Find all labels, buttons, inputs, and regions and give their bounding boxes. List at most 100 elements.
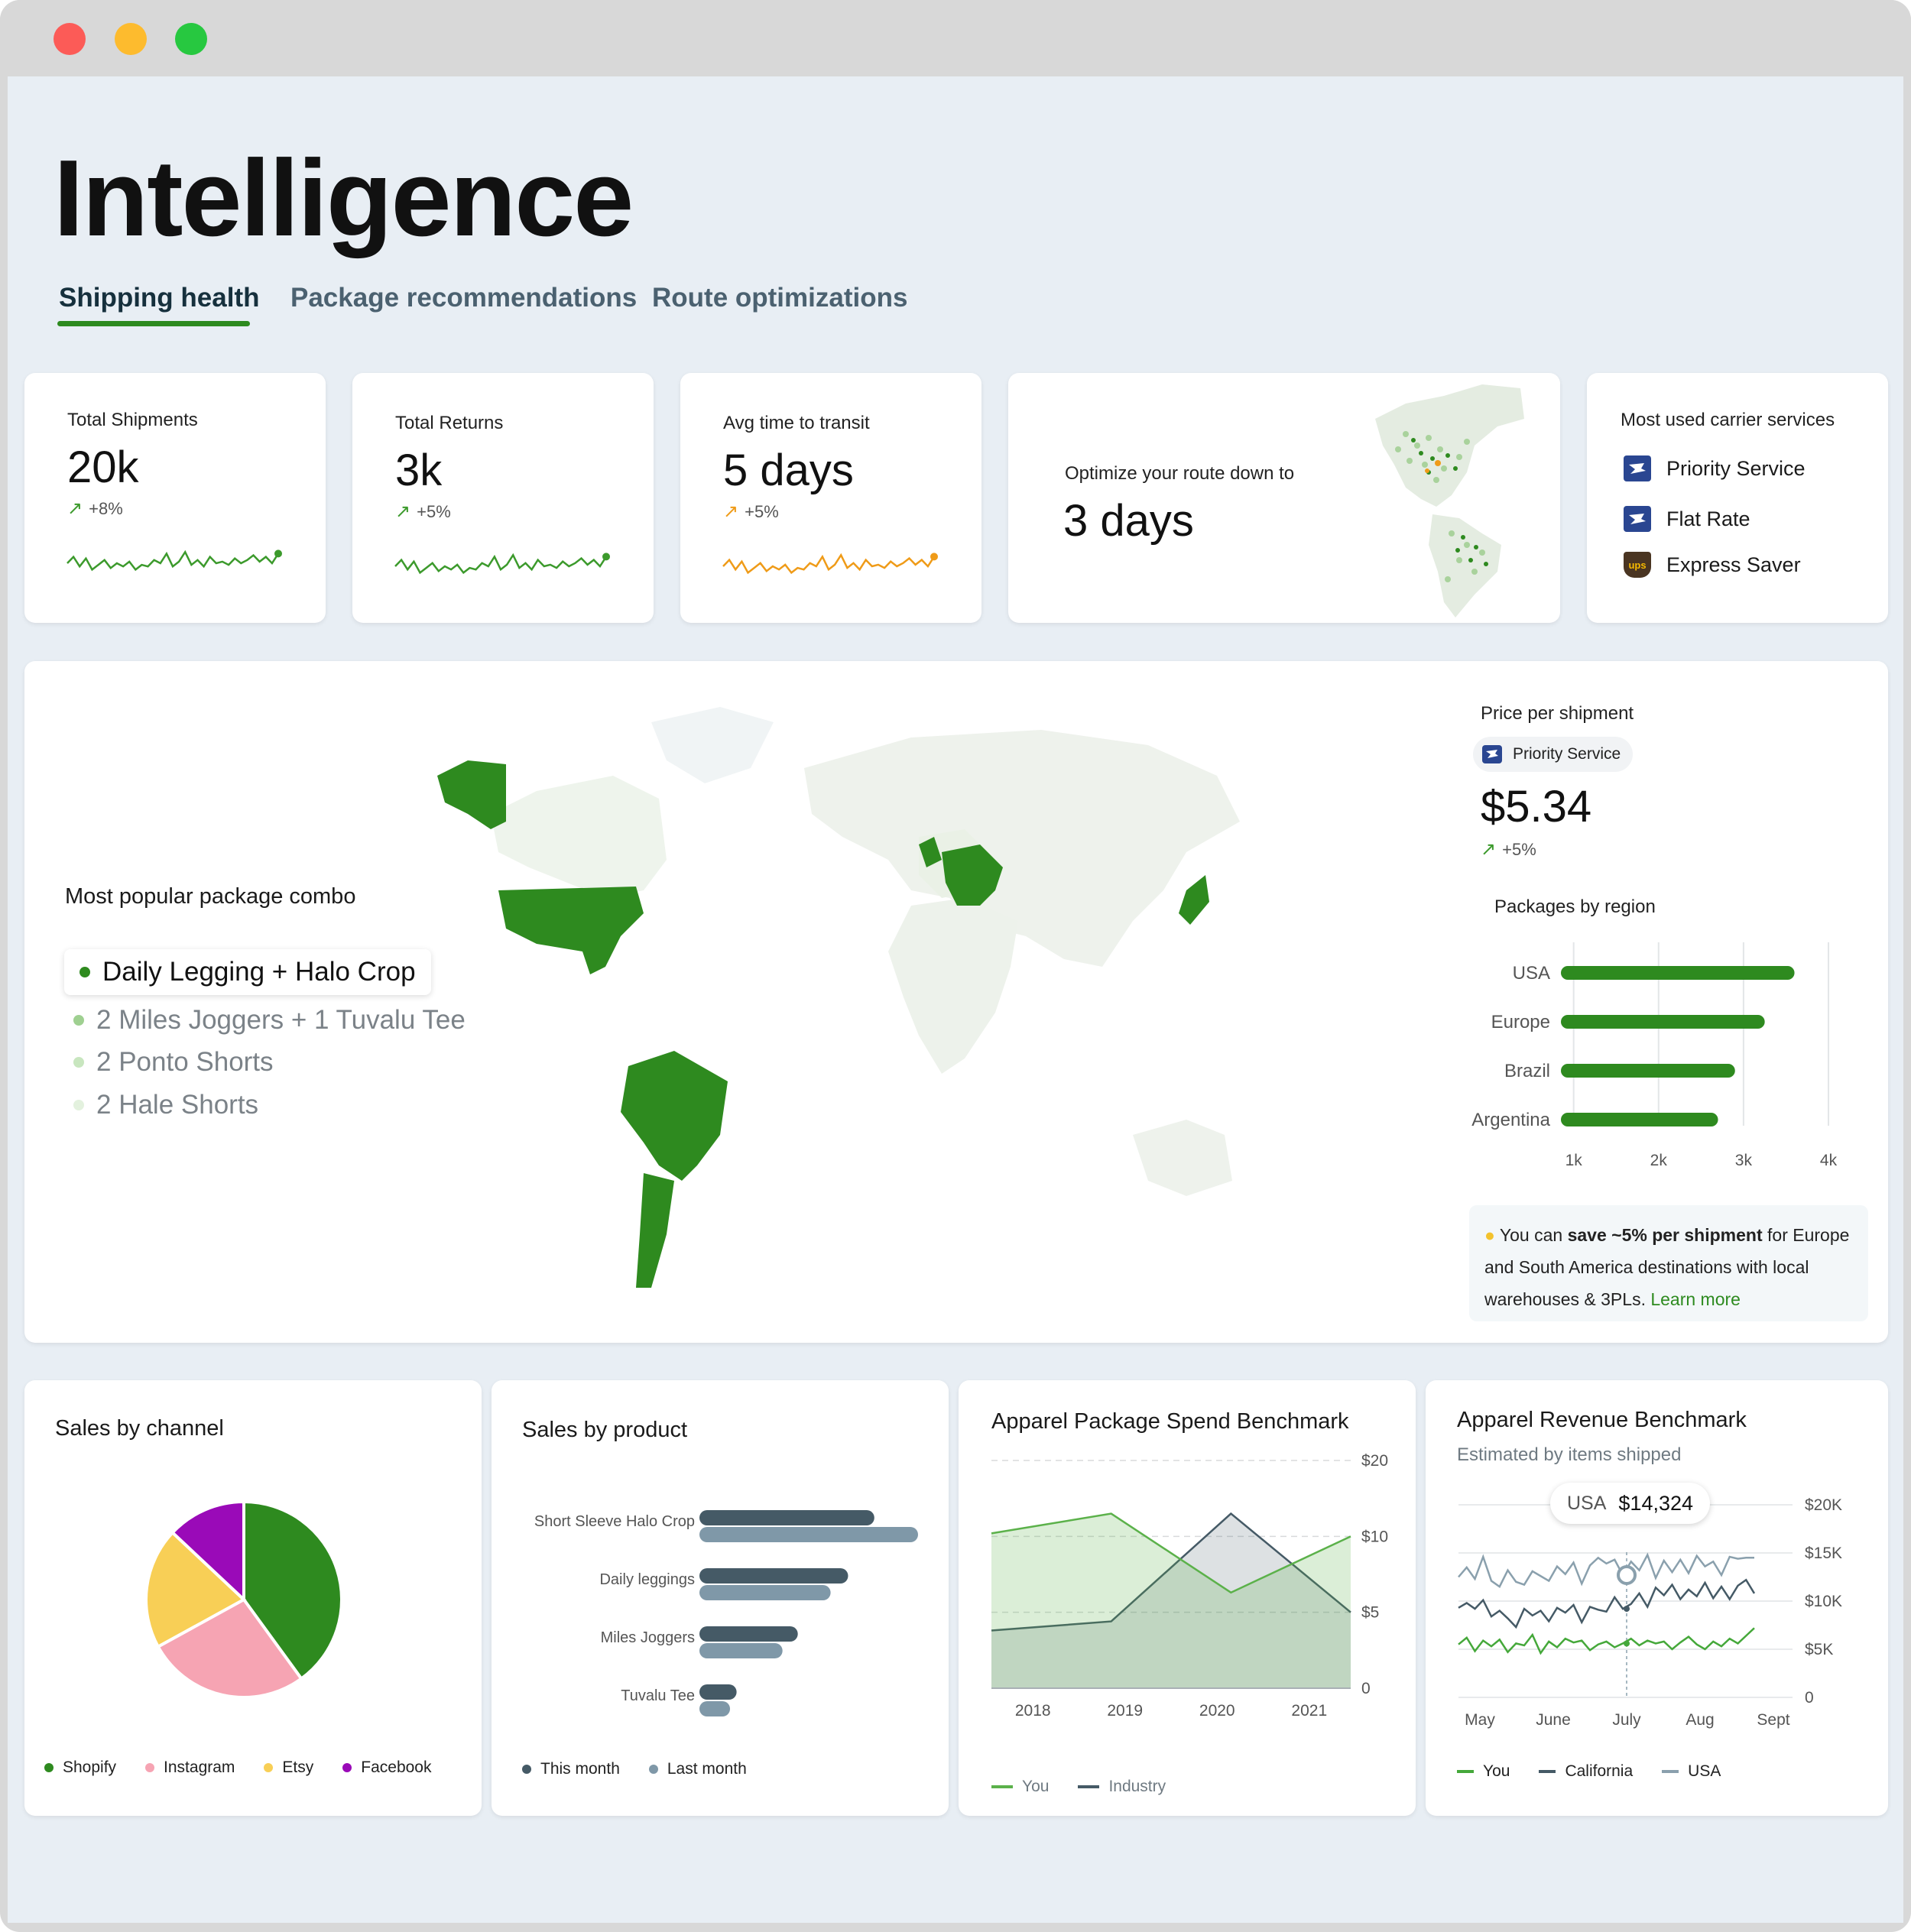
revenue-benchmark-card: Apparel Revenue Benchmark Estimated by i… [1426, 1380, 1888, 1816]
regions-title: Packages by region [1494, 896, 1656, 917]
legend-item[interactable]: Shopify [44, 1759, 116, 1777]
region-bar [1561, 1064, 1735, 1078]
browser-window: Intelligence Shipping health Package rec… [0, 0, 1911, 1932]
region-bar [1561, 1113, 1718, 1126]
legend-label: You [1022, 1778, 1050, 1795]
kpi-sparkline [722, 553, 938, 575]
legend-item[interactable]: Instagram [145, 1759, 235, 1777]
legend-item[interactable]: This month [522, 1760, 620, 1778]
packages-by-region-chart: 1k 2k 3k 4k USA Europe Brazil Argentina [1471, 942, 1838, 1169]
usps-eagle-icon [1624, 455, 1651, 481]
region-bar [1561, 966, 1795, 980]
tab-shipping-health[interactable]: Shipping health [59, 283, 259, 313]
product-bar [699, 1684, 737, 1700]
kpi-value: 5 days [723, 446, 854, 495]
series-line [1458, 1552, 1754, 1588]
hover-point [1624, 1640, 1630, 1647]
legend-swatch [145, 1763, 155, 1772]
carrier-row[interactable]: Flat Rate [1624, 504, 1750, 534]
tick-label: 4k [1820, 1152, 1838, 1169]
minimize-window-button[interactable] [115, 23, 147, 55]
combo-item[interactable]: 2 Ponto Shorts [73, 1047, 274, 1078]
revenue-title: Apparel Revenue Benchmark [1457, 1408, 1747, 1432]
carrier-row[interactable]: ups Express Saver [1624, 549, 1801, 580]
legend-item[interactable]: California [1539, 1762, 1633, 1781]
service-pill-label: Priority Service [1513, 745, 1621, 763]
combo-title: Most popular package combo [65, 884, 356, 909]
sales-channel-card: Sales by channel Shopify Instagram Etsy … [24, 1380, 482, 1816]
close-window-button[interactable] [54, 23, 86, 55]
hover-point [1617, 1564, 1637, 1585]
combo-item[interactable]: 2 Miles Joggers + 1 Tuvalu Tee [73, 1005, 466, 1036]
legend-item[interactable]: You [991, 1778, 1049, 1796]
tick-label: 2k [1650, 1152, 1668, 1169]
kpi-value: 3k [395, 446, 443, 495]
legend-item[interactable]: You [1457, 1762, 1510, 1781]
tick-label: 2019 [1107, 1702, 1143, 1720]
legend-swatch [264, 1763, 274, 1772]
sales-product-bar-chart[interactable]: Short Sleeve Halo Crop Daily leggings Mile… [499, 1480, 927, 1724]
product-bar [699, 1527, 918, 1542]
tick-label: Sept [1757, 1711, 1789, 1729]
combo-primary[interactable]: Daily Legging + Halo Crop [64, 949, 431, 995]
tick-label: 0 [1805, 1689, 1814, 1707]
legend-item[interactable]: Last month [648, 1760, 747, 1778]
product-bar [699, 1510, 874, 1525]
category-label: Miles Joggers [601, 1629, 695, 1646]
price-delta: ↗ +5% [1481, 838, 1536, 861]
tick-label: 2021 [1291, 1702, 1327, 1720]
kpi-delta: ↗ +5% [395, 501, 451, 523]
learn-more-link[interactable]: Learn more [1650, 1289, 1741, 1309]
sales-channel-pie-chart[interactable] [129, 1485, 359, 1714]
legend-swatch [1078, 1785, 1100, 1788]
carrier-services-card[interactable]: Most used carrier services Priority Serv… [1587, 373, 1888, 623]
kpi-card-avg-transit[interactable]: Avg time to transit 5 days ↗ +5% [680, 373, 981, 623]
region-bar [1561, 1015, 1765, 1029]
category-label: Europe [1491, 1012, 1550, 1032]
revenue-subtitle: Estimated by items shipped [1457, 1444, 1682, 1465]
americas-hex-map [1375, 384, 1524, 618]
tooltip-value: $14,324 [1618, 1491, 1694, 1515]
legend-item[interactable]: Etsy [264, 1759, 313, 1777]
sales-product-title: Sales by product [522, 1418, 688, 1442]
tab-route-optimizations[interactable]: Route optimizations [652, 283, 907, 313]
world-map[interactable] [414, 707, 1454, 1303]
tick-label: $5 [1361, 1604, 1379, 1622]
carrier-name: Flat Rate [1666, 507, 1750, 530]
kpi-delta-value: +5% [745, 502, 779, 521]
hover-point [1624, 1606, 1630, 1613]
tick-label: June [1536, 1711, 1571, 1729]
legend-label: This month [540, 1760, 620, 1778]
legend-label: Last month [667, 1760, 747, 1778]
kpi-sparkline [67, 549, 282, 572]
legend-item[interactable]: USA [1662, 1762, 1721, 1781]
shipping-map-card: Most popular package combo Daily Legging… [24, 661, 1888, 1343]
chart-tooltip: USA $14,324 [1550, 1483, 1711, 1524]
carrier-row[interactable]: Priority Service [1624, 453, 1806, 484]
kpi-card-total-shipments[interactable]: Total Shipments 20k ↗ +8% [24, 373, 326, 623]
tick-label: $5K [1805, 1641, 1833, 1658]
legend-label: You [1483, 1762, 1510, 1780]
kpi-label: Total Returns [395, 413, 504, 433]
legend-swatch [522, 1765, 531, 1774]
tab-package-recommendations[interactable]: Package recommendations [290, 283, 637, 313]
kpi-card-total-returns[interactable]: Total Returns 3k ↗ +5% [352, 373, 654, 623]
legend-item[interactable]: Facebook [342, 1759, 432, 1777]
legend-item[interactable]: Industry [1078, 1778, 1166, 1796]
category-label: Tuvalu Tee [621, 1687, 695, 1704]
spend-area-chart[interactable]: 0 $5 $10 $20 2018 2019 2020 2021 [966, 1449, 1394, 1739]
legend-swatch [648, 1765, 658, 1774]
tip-text-bold: save ~5% per shipment [1567, 1225, 1763, 1245]
trend-up-icon: ↗ [1481, 839, 1497, 860]
service-pill[interactable]: Priority Service [1473, 737, 1634, 772]
series-line [1458, 1578, 1756, 1629]
tick-label: $20K [1805, 1496, 1842, 1514]
tick-label: 3k [1735, 1152, 1753, 1169]
product-legend: This month Last month [522, 1760, 776, 1778]
spend-benchmark-card: Apparel Package Spend Benchmark 0 $5 $10 $2… [959, 1380, 1416, 1816]
maximize-window-button[interactable] [175, 23, 207, 55]
combo-item-label: 2 Hale Shorts [96, 1090, 259, 1120]
optimize-route-card[interactable]: Optimize your route down to 3 days [1008, 373, 1560, 623]
combo-item[interactable]: 2 Hale Shorts [73, 1090, 258, 1120]
kpi-label: Total Shipments [67, 410, 198, 430]
